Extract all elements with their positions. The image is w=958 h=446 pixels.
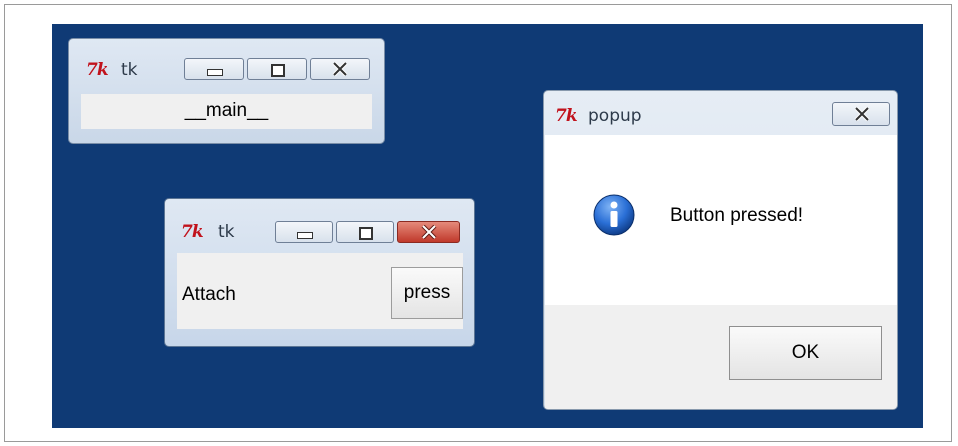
- close-icon: [854, 107, 870, 121]
- info-icon: [593, 194, 635, 236]
- maximize-button[interactable]: [247, 58, 307, 80]
- minimize-icon: [297, 232, 313, 239]
- popup-window: 7k popup Button pressed! OK: [543, 90, 898, 410]
- tk-logo-icon: 7k: [555, 106, 578, 126]
- close-icon: [421, 225, 437, 239]
- popup-message-area: Button pressed!: [545, 135, 897, 305]
- attach-content: Attach press: [177, 253, 463, 329]
- attach-window-title: tk: [218, 222, 235, 242]
- popup-message: Button pressed!: [670, 205, 804, 226]
- main-window: 7k tk __main__: [68, 38, 385, 144]
- main-window-title: tk: [121, 60, 138, 80]
- main-label: __main__: [184, 100, 269, 121]
- close-button[interactable]: [397, 221, 460, 243]
- maximize-icon: [359, 227, 373, 240]
- tk-logo-icon: 7k: [181, 222, 204, 242]
- close-button[interactable]: [310, 58, 370, 80]
- maximize-icon: [271, 64, 285, 77]
- tk-logo-icon: 7k: [86, 60, 109, 80]
- popup-window-title: popup: [588, 106, 642, 126]
- close-icon: [332, 62, 348, 76]
- main-content: __main__: [81, 94, 372, 129]
- press-button[interactable]: press: [391, 267, 463, 319]
- ok-button[interactable]: OK: [729, 326, 882, 380]
- minimize-button[interactable]: [184, 58, 244, 80]
- close-button[interactable]: [832, 102, 890, 126]
- minimize-button[interactable]: [275, 221, 333, 243]
- popup-button-area: OK: [545, 305, 897, 409]
- minimize-icon: [207, 69, 223, 76]
- maximize-button[interactable]: [336, 221, 394, 243]
- attach-window: 7k tk Attach press: [164, 198, 475, 347]
- attach-label: Attach: [182, 284, 236, 305]
